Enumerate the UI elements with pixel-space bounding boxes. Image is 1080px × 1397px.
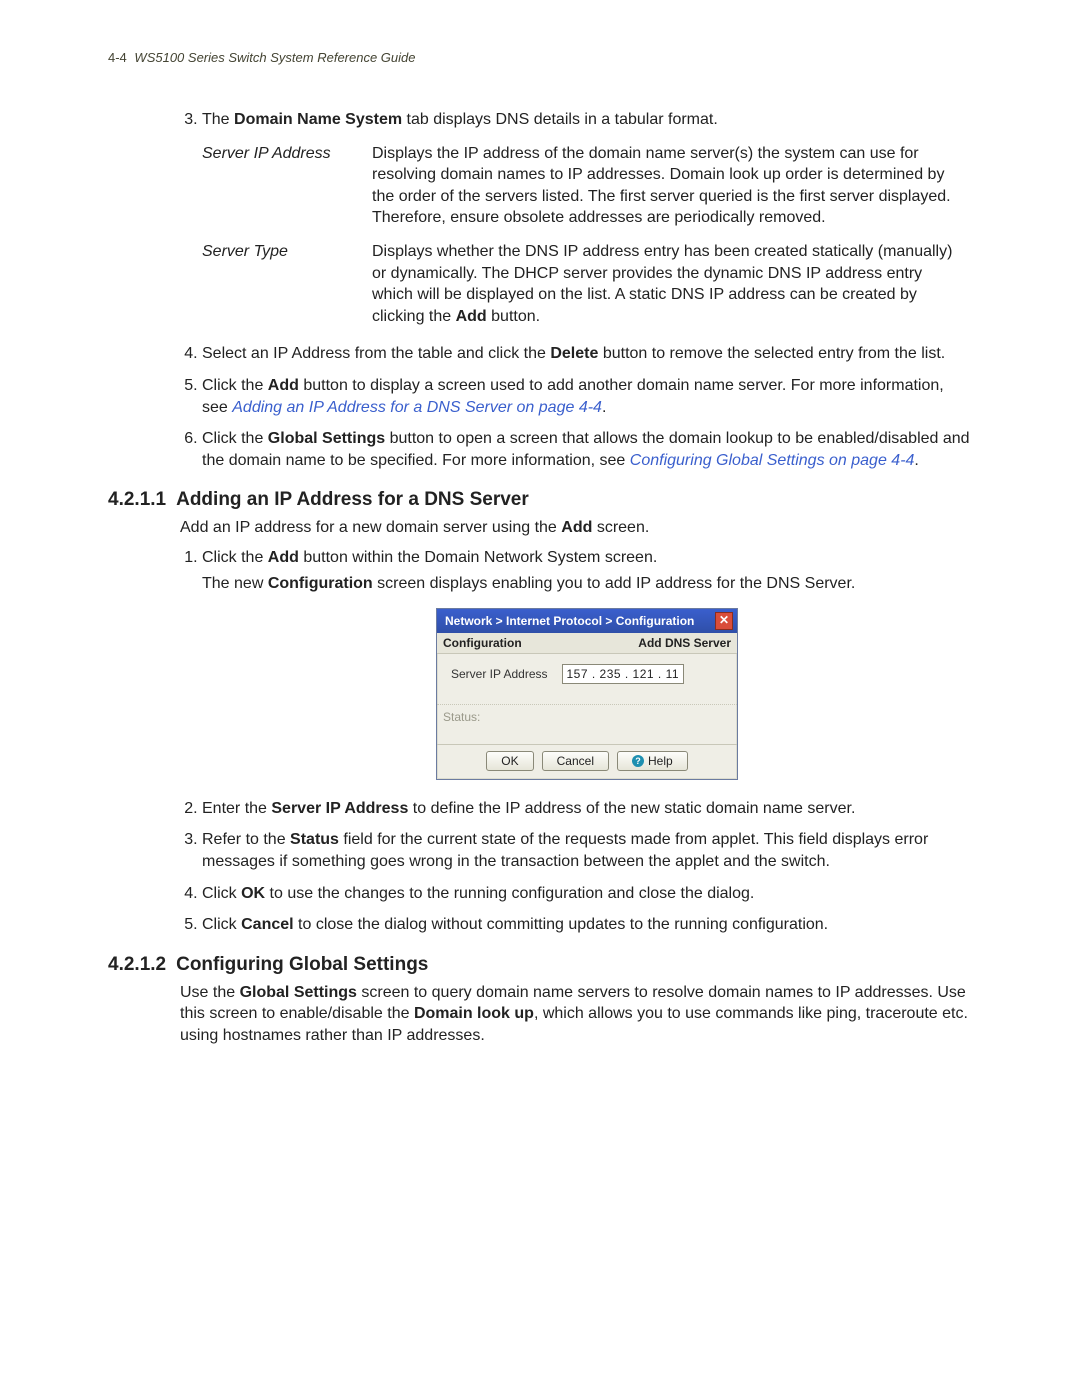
dialog-sub-left: Configuration — [443, 635, 522, 651]
desc-server-type: Displays whether the DNS IP address entr… — [372, 235, 972, 333]
close-icon[interactable]: ✕ — [715, 612, 733, 630]
add-dns-dialog: Network > Internet Protocol > Configurat… — [436, 608, 738, 780]
help-icon: ? — [632, 755, 644, 767]
step-5: Click the Add button to display a screen… — [202, 375, 972, 418]
sec1-step-1-note: The new Configuration screen displays en… — [202, 573, 972, 595]
sec1-step-3: Refer to the Status field for the curren… — [202, 829, 972, 872]
page-number: 4-4 — [108, 50, 127, 65]
running-header: 4-4 WS5100 Series Switch System Referenc… — [108, 50, 972, 65]
xref-adding-ip[interactable]: Adding an IP Address for a DNS Server on… — [232, 399, 602, 416]
dns-tab-label: Domain Name System — [234, 111, 402, 128]
help-button[interactable]: ? Help — [617, 751, 688, 771]
sec1-intro: Add an IP address for a new domain serve… — [180, 517, 972, 539]
ok-button[interactable]: OK — [486, 751, 533, 771]
term-server-ip: Server IP Address — [202, 137, 372, 235]
desc-server-ip: Displays the IP address of the domain na… — [372, 137, 972, 235]
cancel-button[interactable]: Cancel — [542, 751, 609, 771]
dialog-subheader: Configuration Add DNS Server — [437, 633, 737, 654]
doc-title: WS5100 Series Switch System Reference Gu… — [134, 50, 415, 65]
server-ip-input[interactable]: 157 . 235 . 121 . 11 — [562, 664, 685, 684]
xref-global-settings[interactable]: Configuring Global Settings on page 4-4 — [630, 452, 915, 469]
sec1-step-2: Enter the Server IP Address to define th… — [202, 798, 972, 820]
step-4: Select an IP Address from the table and … — [202, 343, 972, 365]
step-3: The Domain Name System tab displays DNS … — [202, 109, 972, 333]
table-row: Server Type Displays whether the DNS IP … — [202, 235, 972, 333]
sec1-step-1: Click the Add button within the Domain N… — [202, 547, 972, 780]
sec2-body: Use the Global Settings screen to query … — [180, 982, 972, 1047]
sec1-step-4: Click OK to use the changes to the runni… — [202, 883, 972, 905]
status-label: Status: — [437, 705, 737, 744]
dialog-breadcrumb: Network > Internet Protocol > Configurat… — [445, 613, 694, 629]
term-server-type: Server Type — [202, 235, 372, 333]
dns-field-table: Server IP Address Displays the IP addres… — [202, 137, 972, 334]
sec1-step-5: Click Cancel to close the dialog without… — [202, 914, 972, 936]
step-6: Click the Global Settings button to open… — [202, 428, 972, 471]
heading-global-settings: 4.2.1.2Configuring Global Settings — [108, 954, 972, 976]
table-row: Server IP Address Displays the IP addres… — [202, 137, 972, 235]
server-ip-label: Server IP Address — [451, 666, 548, 682]
dialog-sub-right: Add DNS Server — [638, 635, 731, 651]
dialog-titlebar: Network > Internet Protocol > Configurat… — [437, 609, 737, 633]
heading-adding-ip: 4.2.1.1Adding an IP Address for a DNS Se… — [108, 489, 972, 511]
